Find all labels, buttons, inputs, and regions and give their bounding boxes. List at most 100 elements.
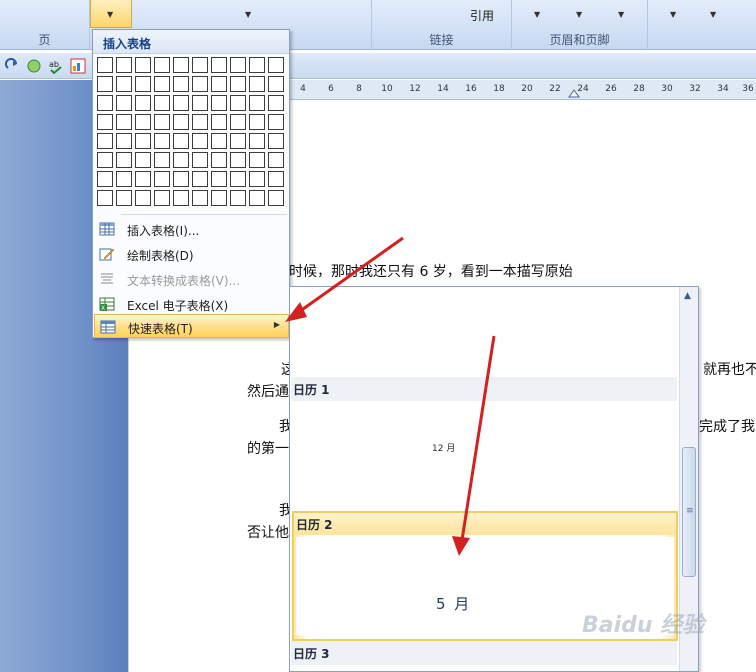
gallery-item-calendar-1[interactable]: 日历 1	[291, 377, 677, 401]
grid-cell[interactable]	[230, 133, 246, 149]
grid-cell[interactable]	[192, 95, 208, 111]
grid-cell[interactable]	[97, 133, 113, 149]
grid-cell[interactable]	[230, 152, 246, 168]
gallery-item-calendar-3[interactable]: 日历 3	[291, 641, 677, 665]
table-button[interactable]: ▼	[90, 0, 132, 28]
spellcheck-icon[interactable]: ab	[48, 58, 64, 74]
chevron-down-icon[interactable]: ▼	[670, 10, 676, 19]
menu-item-insert-table[interactable]: 插入表格(I)...	[94, 217, 289, 241]
grid-cell[interactable]	[173, 57, 189, 73]
redo-icon[interactable]	[4, 58, 20, 74]
grid-cell[interactable]	[116, 190, 132, 206]
grid-cell[interactable]	[192, 152, 208, 168]
grid-cell[interactable]	[154, 114, 170, 130]
grid-cell[interactable]	[192, 133, 208, 149]
scroll-thumb[interactable]: ≡	[682, 447, 696, 577]
grid-cell[interactable]	[154, 133, 170, 149]
grid-cell[interactable]	[116, 76, 132, 92]
grid-cell[interactable]	[249, 171, 265, 187]
chevron-down-icon[interactable]: ▼	[534, 10, 540, 19]
grid-cell[interactable]	[116, 95, 132, 111]
grid-cell[interactable]	[135, 76, 151, 92]
grid-cell[interactable]	[154, 57, 170, 73]
grid-cell[interactable]	[211, 57, 227, 73]
grid-cell[interactable]	[249, 114, 265, 130]
grid-cell[interactable]	[116, 133, 132, 149]
grid-cell[interactable]	[268, 114, 284, 130]
grid-cell[interactable]	[154, 95, 170, 111]
grid-cell[interactable]	[268, 95, 284, 111]
menu-item-quick-tables[interactable]: 快速表格(T) ▶	[94, 314, 289, 338]
grid-cell[interactable]	[192, 76, 208, 92]
chevron-down-icon[interactable]: ▼	[618, 10, 624, 19]
grid-cell[interactable]	[268, 171, 284, 187]
grid-cell[interactable]	[230, 114, 246, 130]
grid-cell[interactable]	[135, 57, 151, 73]
grid-cell[interactable]	[192, 57, 208, 73]
grid-cell[interactable]	[192, 190, 208, 206]
grid-cell[interactable]	[173, 114, 189, 130]
grid-cell[interactable]	[135, 171, 151, 187]
grid-cell[interactable]	[230, 76, 246, 92]
grid-cell[interactable]	[116, 171, 132, 187]
grid-cell[interactable]	[154, 171, 170, 187]
grid-cell[interactable]	[249, 76, 265, 92]
grid-cell[interactable]	[173, 76, 189, 92]
grid-cell[interactable]	[211, 171, 227, 187]
grid-cell[interactable]	[192, 114, 208, 130]
grid-cell[interactable]	[97, 76, 113, 92]
grid-cell[interactable]	[268, 190, 284, 206]
grid-cell[interactable]	[173, 95, 189, 111]
grid-cell[interactable]	[173, 133, 189, 149]
grid-cell[interactable]	[97, 190, 113, 206]
grid-cell[interactable]	[249, 57, 265, 73]
grid-cell[interactable]	[97, 57, 113, 73]
grid-cell[interactable]	[268, 133, 284, 149]
chart-icon[interactable]	[70, 58, 86, 74]
grid-cell[interactable]	[211, 133, 227, 149]
grid-cell[interactable]	[230, 171, 246, 187]
grid-cell[interactable]	[249, 190, 265, 206]
grid-cell[interactable]	[116, 152, 132, 168]
indent-marker-icon[interactable]	[568, 88, 580, 98]
grid-cell[interactable]	[97, 114, 113, 130]
grid-cell[interactable]	[173, 152, 189, 168]
grid-cell[interactable]	[192, 171, 208, 187]
grid-cell[interactable]	[154, 152, 170, 168]
grid-cell[interactable]	[249, 152, 265, 168]
grid-cell[interactable]	[97, 95, 113, 111]
scroll-up-icon[interactable]: ▲	[684, 291, 691, 301]
grid-cell[interactable]	[211, 76, 227, 92]
grid-cell[interactable]	[116, 57, 132, 73]
grid-cell[interactable]	[97, 171, 113, 187]
grid-cell[interactable]	[135, 133, 151, 149]
grid-cell[interactable]	[211, 190, 227, 206]
grid-cell[interactable]	[268, 76, 284, 92]
cross-reference-button[interactable]: 引用	[470, 7, 494, 24]
grid-cell[interactable]	[173, 171, 189, 187]
grid-cell[interactable]	[211, 114, 227, 130]
grid-cell[interactable]	[173, 190, 189, 206]
grid-cell[interactable]	[135, 114, 151, 130]
grid-cell[interactable]	[211, 95, 227, 111]
circle-icon[interactable]	[26, 58, 42, 74]
grid-cell[interactable]	[154, 76, 170, 92]
grid-cell[interactable]	[154, 190, 170, 206]
grid-cell[interactable]	[268, 57, 284, 73]
grid-cell[interactable]	[135, 152, 151, 168]
grid-cell[interactable]	[230, 95, 246, 111]
grid-cell[interactable]	[268, 152, 284, 168]
chevron-down-icon[interactable]: ▼	[710, 10, 716, 19]
grid-cell[interactable]	[135, 190, 151, 206]
grid-cell[interactable]	[116, 114, 132, 130]
grid-cell[interactable]	[230, 57, 246, 73]
grid-cell[interactable]	[230, 190, 246, 206]
grid-cell[interactable]	[211, 152, 227, 168]
menu-item-draw-table[interactable]: 绘制表格(D)	[94, 242, 289, 266]
chevron-down-icon[interactable]: ▼	[576, 10, 582, 19]
grid-cell[interactable]	[135, 95, 151, 111]
grid-cell[interactable]	[249, 95, 265, 111]
grid-cell[interactable]	[97, 152, 113, 168]
grid-cell[interactable]	[249, 133, 265, 149]
menu-item-excel-spreadsheet[interactable]: X Excel 电子表格(X)	[94, 292, 289, 316]
